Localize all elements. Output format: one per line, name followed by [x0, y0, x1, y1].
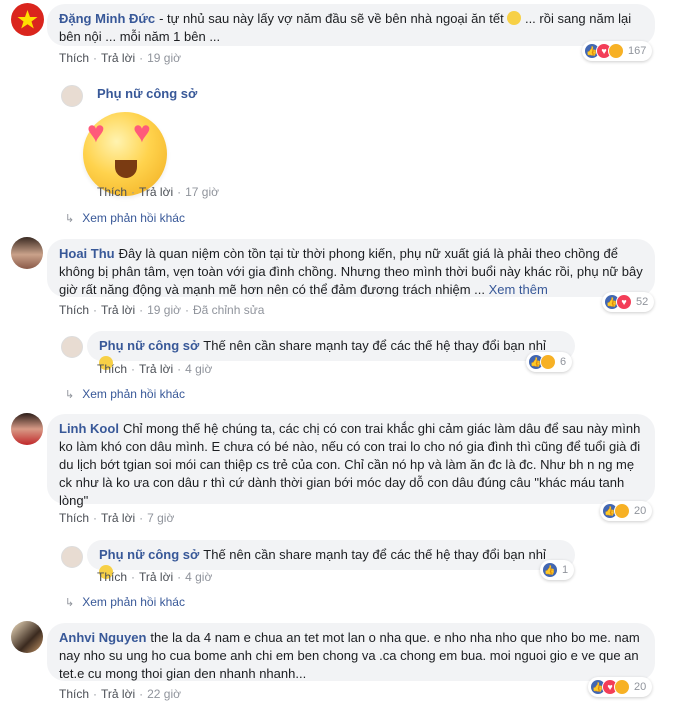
smile-emoji-icon: [507, 11, 522, 25]
timestamp[interactable]: 4 giờ: [185, 362, 212, 376]
timestamp[interactable]: 22 giờ: [147, 687, 181, 701]
reaction-summary[interactable]: 👍 20: [600, 501, 653, 521]
timestamp[interactable]: 17 giờ: [185, 185, 219, 199]
comment-text: Đây là quan niệm còn tồn tại từ thời pho…: [59, 246, 643, 297]
reply-actions: Thích · Trả lời · 4 giờ: [97, 362, 213, 376]
avatar[interactable]: [61, 85, 83, 107]
reply-bubble: Phụ nữ công sở Thế nên cần share mạnh tay…: [87, 540, 575, 579]
avatar[interactable]: [11, 3, 44, 36]
like-button[interactable]: Thích: [59, 687, 89, 701]
avatar[interactable]: [61, 546, 83, 568]
commenter-name[interactable]: Hoai Thu: [59, 246, 115, 261]
avatar[interactable]: [61, 336, 83, 358]
comment-actions: Thích · Trả lời · 19 giờ · Đã chỉnh sửa: [59, 303, 265, 317]
more-replies-link[interactable]: ↳ Xem phản hồi khác: [65, 386, 185, 403]
timestamp[interactable]: 7 giờ: [147, 511, 174, 525]
reply-author-name[interactable]: Phụ nữ công sở: [99, 338, 199, 353]
comment-bubble: Anhvi Nguyen the la da 4 nam e chua an te…: [47, 623, 655, 681]
comment-text: the la da 4 nam e chua an tet mot lan o …: [59, 630, 640, 681]
reaction-count: 1: [562, 564, 569, 576]
haha-reaction-icon: [608, 43, 624, 59]
reaction-summary[interactable]: 👍 ♥ 20: [588, 677, 653, 697]
reaction-summary[interactable]: 👍 ♥ 52: [602, 292, 655, 312]
see-more-link[interactable]: Xem thêm: [489, 282, 548, 297]
commenter-name[interactable]: Anhvi Nguyen: [59, 630, 146, 645]
more-replies-link[interactable]: ↳ Xem phản hồi khác: [65, 594, 185, 611]
haha-reaction-icon: [614, 679, 630, 695]
like-button[interactable]: Thích: [97, 185, 127, 199]
reaction-count: 6: [560, 356, 567, 368]
reaction-summary[interactable]: 👍 6: [526, 352, 573, 372]
reply-actions: Thích · Trả lời · 17 giờ: [97, 185, 219, 199]
more-replies-link[interactable]: ↳ Xem phản hồi khác: [65, 210, 185, 227]
reaction-count: 20: [634, 505, 647, 517]
reply-actions: Thích · Trả lời · 4 giờ: [97, 570, 213, 584]
reply-bubble: Phụ nữ công sở Thế nên cần share mạnh tay…: [87, 331, 575, 370]
wow-reaction-icon: [540, 354, 556, 370]
reply-button[interactable]: Trả lời: [139, 570, 173, 584]
reply-text: Thế nên cần share mạnh tay để các thế hệ…: [203, 547, 546, 562]
reply-button[interactable]: Trả lời: [101, 511, 135, 525]
reply-author-name[interactable]: Phụ nữ công sở: [97, 85, 197, 103]
reply-button[interactable]: Trả lời: [139, 362, 173, 376]
like-button[interactable]: Thích: [97, 362, 127, 376]
reply-button[interactable]: Trả lời: [101, 51, 135, 65]
commenter-name[interactable]: Linh Kool: [59, 421, 119, 436]
comment-text: Chỉ mong thế hệ chúng ta, các chị có con…: [59, 421, 641, 508]
reaction-summary[interactable]: 👍 ♥ 167: [582, 41, 653, 61]
timestamp[interactable]: 19 giờ: [147, 51, 181, 65]
edited-label[interactable]: Đã chỉnh sửa: [193, 303, 264, 317]
reaction-count: 20: [634, 681, 647, 693]
avatar[interactable]: [11, 237, 43, 269]
comment-actions: Thích · Trả lời · 7 giờ: [59, 511, 175, 525]
reply-button[interactable]: Trả lời: [139, 185, 173, 199]
reply-arrow-icon: ↳: [65, 597, 75, 609]
like-button[interactable]: Thích: [59, 303, 89, 317]
reply-text: Thế nên cần share mạnh tay để các thế hệ…: [203, 338, 546, 353]
like-button[interactable]: Thích: [97, 570, 127, 584]
reaction-summary[interactable]: 👍 1: [540, 560, 575, 580]
reply-arrow-icon: ↳: [65, 389, 75, 401]
like-button[interactable]: Thích: [59, 511, 89, 525]
reply-button[interactable]: Trả lời: [101, 687, 135, 701]
comment-actions: Thích · Trả lời · 19 giờ: [59, 51, 181, 65]
commenter-name[interactable]: Đặng Minh Đức: [59, 11, 155, 26]
reaction-count: 167: [628, 45, 647, 57]
timestamp[interactable]: 19 giờ: [147, 303, 181, 317]
reply-arrow-icon: ↳: [65, 213, 75, 225]
reaction-count: 52: [636, 296, 649, 308]
avatar[interactable]: [11, 621, 43, 653]
love-reaction-icon: ♥: [616, 294, 632, 310]
comment-bubble: Hoai Thu Đây là quan niệm còn tồn tại từ …: [47, 239, 655, 297]
comment-text: - tự nhủ sau này lấy vợ năm đầu sẽ về bê…: [159, 11, 504, 26]
timestamp[interactable]: 4 giờ: [185, 570, 212, 584]
avatar[interactable]: [11, 413, 43, 445]
comment-bubble: Đặng Minh Đức - tự nhủ sau này lấy vợ năm…: [47, 4, 655, 46]
like-reaction-icon: 👍: [542, 562, 558, 578]
comment-bubble: Linh Kool Chỉ mong thế hệ chúng ta, các c…: [47, 414, 655, 508]
comment-actions: Thích · Trả lời · 22 giờ: [59, 687, 181, 701]
sad-reaction-icon: [614, 503, 630, 519]
reply-button[interactable]: Trả lời: [101, 303, 135, 317]
reply-author-name[interactable]: Phụ nữ công sở: [99, 547, 199, 562]
like-button[interactable]: Thích: [59, 51, 89, 65]
